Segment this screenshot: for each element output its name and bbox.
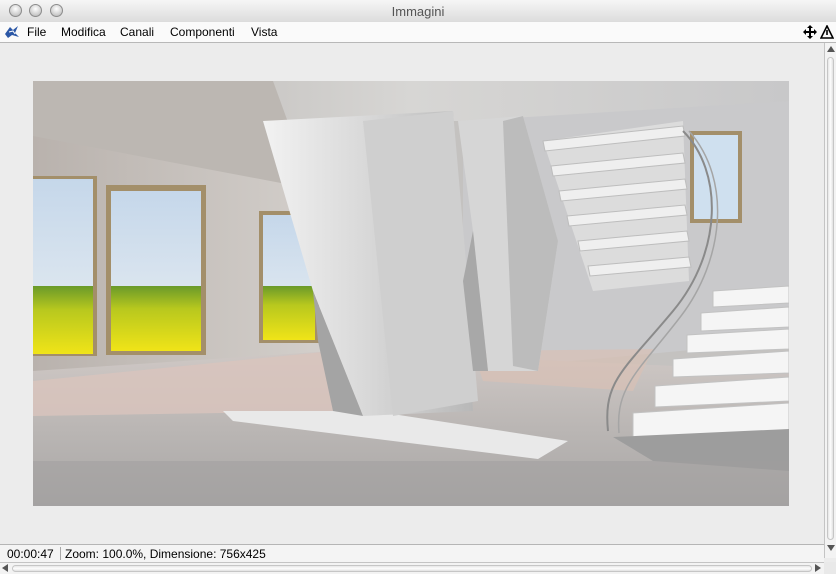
scroll-down-arrow-icon[interactable]	[827, 545, 835, 551]
warning-triangle-icon[interactable]	[820, 25, 834, 39]
window-title: Immagini	[391, 4, 445, 19]
app-logo-icon[interactable]	[4, 25, 20, 39]
horizontal-scrollbar[interactable]	[0, 562, 824, 574]
move-cross-icon[interactable]	[803, 25, 817, 39]
menu-componenti[interactable]: Componenti	[170, 25, 235, 39]
menu-modifica[interactable]: Modifica	[61, 25, 106, 39]
render-time: 00:00:47	[7, 547, 54, 561]
menu-bar: File Modifica Canali Componenti Vista	[0, 22, 836, 43]
scroll-left-arrow-icon[interactable]	[2, 564, 8, 572]
horizontal-scroll-thumb[interactable]	[12, 565, 812, 572]
vertical-scrollbar[interactable]	[824, 43, 836, 558]
status-info: Zoom: 100.0%, Dimensione: 756x425	[65, 547, 266, 561]
menu-file[interactable]: File	[27, 25, 46, 39]
menu-vista[interactable]: Vista	[251, 25, 277, 39]
resize-grip[interactable]	[824, 562, 836, 574]
window-titlebar[interactable]: Immagini	[0, 0, 836, 23]
scroll-right-arrow-icon[interactable]	[815, 564, 821, 572]
status-divider	[60, 547, 61, 560]
vertical-scroll-thumb[interactable]	[827, 57, 834, 540]
status-bar: 00:00:47 Zoom: 100.0%, Dimensione: 756x4…	[0, 544, 824, 562]
scroll-up-arrow-icon[interactable]	[827, 46, 835, 52]
rendered-image	[33, 81, 789, 506]
image-viewport[interactable]	[0, 43, 824, 544]
menu-canali[interactable]: Canali	[120, 25, 154, 39]
